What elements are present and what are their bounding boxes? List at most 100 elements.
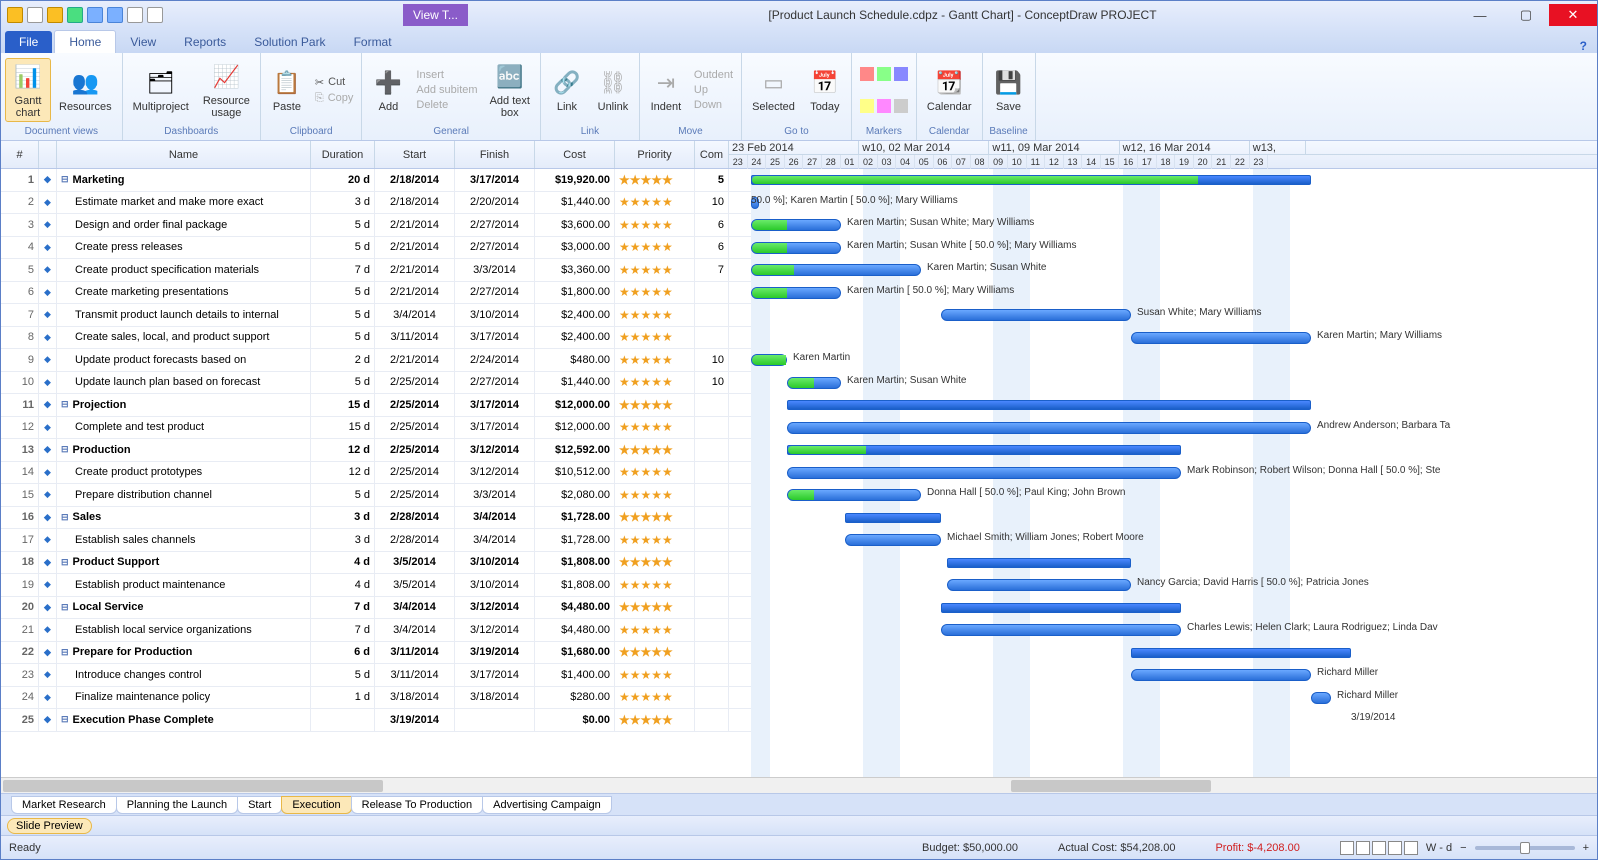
gantt-bar[interactable] — [787, 422, 1311, 434]
table-row[interactable]: 12◆Complete and test product15 d2/25/201… — [1, 417, 751, 440]
qat-preview-icon[interactable] — [147, 7, 163, 23]
collapse-icon[interactable]: ⊟ — [61, 557, 69, 568]
tab-view[interactable]: View — [116, 31, 170, 53]
gantt-bar[interactable] — [947, 579, 1131, 591]
priority-stars[interactable]: ★★★★★ — [615, 439, 695, 461]
table-row[interactable]: 24◆Finalize maintenance policy1 d3/18/20… — [1, 687, 751, 710]
table-row[interactable]: 14◆Create product prototypes12 d2/25/201… — [1, 462, 751, 485]
sheet-tab-market-research[interactable]: Market Research — [11, 796, 117, 814]
priority-stars[interactable]: ★★★★★ — [615, 282, 695, 304]
gantt-hscroll[interactable] — [1011, 780, 1211, 792]
priority-stars[interactable]: ★★★★★ — [615, 192, 695, 214]
view-mode-icons[interactable] — [1340, 841, 1418, 855]
multiproject-button[interactable]: 🗂Multiproject — [127, 65, 195, 115]
col-number[interactable]: # — [1, 141, 39, 168]
resources-button[interactable]: 👥 Resources — [53, 65, 118, 115]
delete-button[interactable]: Delete — [412, 98, 481, 112]
table-row[interactable]: 17◆Establish sales channels3 d2/28/20143… — [1, 529, 751, 552]
table-row[interactable]: 18◆⊟Product Support4 d3/5/20143/10/2014$… — [1, 552, 751, 575]
qat-save-icon[interactable] — [47, 7, 63, 23]
minimize-button[interactable]: — — [1457, 4, 1503, 26]
gantt-bar[interactable] — [1131, 669, 1311, 681]
add-text-box-button[interactable]: 🔤Add text box — [484, 59, 536, 121]
priority-stars[interactable]: ★★★★★ — [615, 574, 695, 596]
file-tab[interactable]: File — [5, 31, 52, 53]
priority-stars[interactable]: ★★★★★ — [615, 372, 695, 394]
close-button[interactable]: ✕ — [1549, 4, 1597, 26]
priority-stars[interactable]: ★★★★★ — [615, 349, 695, 371]
priority-stars[interactable]: ★★★★★ — [615, 664, 695, 686]
gantt-bar[interactable] — [751, 242, 841, 254]
priority-stars[interactable]: ★★★★★ — [615, 507, 695, 529]
priority-stars[interactable]: ★★★★★ — [615, 552, 695, 574]
col-complete[interactable]: Com — [695, 141, 729, 168]
qat-undo-icon[interactable] — [87, 7, 103, 23]
sheet-tab-planning-the-launch[interactable]: Planning the Launch — [116, 796, 238, 814]
insert-button[interactable]: Insert — [412, 68, 481, 82]
save-baseline-button[interactable]: 💾Save — [987, 65, 1031, 115]
collapse-icon[interactable]: ⊟ — [61, 647, 69, 658]
table-row[interactable]: 15◆Prepare distribution channel5 d2/25/2… — [1, 484, 751, 507]
gantt-bar[interactable] — [1131, 648, 1351, 658]
task-grid[interactable]: 1◆⊟Marketing20 d2/18/20143/17/2014$19,92… — [1, 169, 751, 793]
table-row[interactable]: 2◆Estimate market and make more exact3 d… — [1, 192, 751, 215]
table-row[interactable]: 5◆Create product specification materials… — [1, 259, 751, 282]
slide-preview-button[interactable]: Slide Preview — [7, 818, 92, 834]
priority-stars[interactable]: ★★★★★ — [615, 327, 695, 349]
col-cost[interactable]: Cost — [535, 141, 615, 168]
gantt-bar[interactable] — [787, 489, 921, 501]
contextual-tab-view[interactable]: View T... — [403, 4, 468, 26]
marker-icon[interactable] — [877, 67, 891, 81]
cut-button[interactable]: ✂Cut — [311, 75, 358, 90]
table-row[interactable]: 16◆⊟Sales3 d2/28/20143/4/2014$1,728.00★★… — [1, 507, 751, 530]
table-row[interactable]: 6◆Create marketing presentations5 d2/21/… — [1, 282, 751, 305]
gantt-bar[interactable] — [751, 287, 841, 299]
priority-stars[interactable]: ★★★★★ — [615, 687, 695, 709]
marker-icon[interactable] — [894, 67, 908, 81]
move-up-button[interactable]: Up — [690, 83, 737, 97]
calendar-button[interactable]: 📆Calendar — [921, 65, 978, 115]
qat-redo-icon[interactable] — [107, 7, 123, 23]
unlink-button[interactable]: ⛓Unlink — [591, 65, 635, 115]
gantt-chart-button[interactable]: 📊 Gantt chart — [5, 58, 51, 122]
collapse-icon[interactable]: ⊟ — [61, 399, 69, 410]
goto-today-button[interactable]: 📅Today — [803, 65, 847, 115]
gantt-bar[interactable] — [947, 558, 1131, 568]
table-row[interactable]: 21◆Establish local service organizations… — [1, 619, 751, 642]
sheet-tab-advertising-campaign[interactable]: Advertising Campaign — [482, 796, 612, 814]
priority-stars[interactable]: ★★★★★ — [615, 484, 695, 506]
gantt-bar[interactable] — [845, 534, 941, 546]
gantt-bar[interactable] — [787, 467, 1181, 479]
priority-stars[interactable]: ★★★★★ — [615, 619, 695, 641]
gantt-bar[interactable] — [941, 603, 1181, 613]
copy-button[interactable]: ⎘Copy — [311, 91, 358, 106]
priority-stars[interactable]: ★★★★★ — [615, 642, 695, 664]
collapse-icon[interactable]: ⊟ — [61, 714, 69, 725]
priority-stars[interactable]: ★★★★★ — [615, 462, 695, 484]
priority-stars[interactable]: ★★★★★ — [615, 237, 695, 259]
priority-stars[interactable]: ★★★★★ — [615, 709, 695, 731]
qat-new-icon[interactable] — [7, 7, 23, 23]
sheet-tab-start[interactable]: Start — [237, 796, 282, 814]
qat-open-icon[interactable] — [27, 7, 43, 23]
zoom-slider[interactable] — [1475, 846, 1575, 850]
collapse-icon[interactable]: ⊟ — [61, 602, 69, 613]
indent-button[interactable]: ⇥Indent — [644, 65, 688, 115]
table-row[interactable]: 20◆⊟Local Service7 d3/4/20143/12/2014$4,… — [1, 597, 751, 620]
add-button[interactable]: ➕Add — [366, 65, 410, 115]
resource-usage-button[interactable]: 📈Resource usage — [197, 59, 256, 121]
table-row[interactable]: 19◆Establish product maintenance4 d3/5/2… — [1, 574, 751, 597]
collapse-icon[interactable]: ⊟ — [61, 174, 69, 185]
priority-stars[interactable]: ★★★★★ — [615, 304, 695, 326]
sheet-tab-release-to-production[interactable]: Release To Production — [351, 796, 483, 814]
help-icon[interactable]: ? — [1580, 39, 1587, 53]
marker-icon[interactable] — [860, 99, 874, 113]
gantt-bar[interactable] — [787, 377, 841, 389]
grid-hscroll[interactable] — [3, 780, 383, 792]
gantt-bar[interactable] — [1131, 332, 1311, 344]
table-row[interactable]: 11◆⊟Projection15 d2/25/20143/17/2014$12,… — [1, 394, 751, 417]
collapse-icon[interactable]: ⊟ — [61, 444, 69, 455]
table-row[interactable]: 23◆Introduce changes control5 d3/11/2014… — [1, 664, 751, 687]
priority-stars[interactable]: ★★★★★ — [615, 169, 695, 191]
gantt-chart-area[interactable]: 50.0 %]; Karen Martin [ 50.0 %]; Mary Wi… — [751, 169, 1597, 793]
